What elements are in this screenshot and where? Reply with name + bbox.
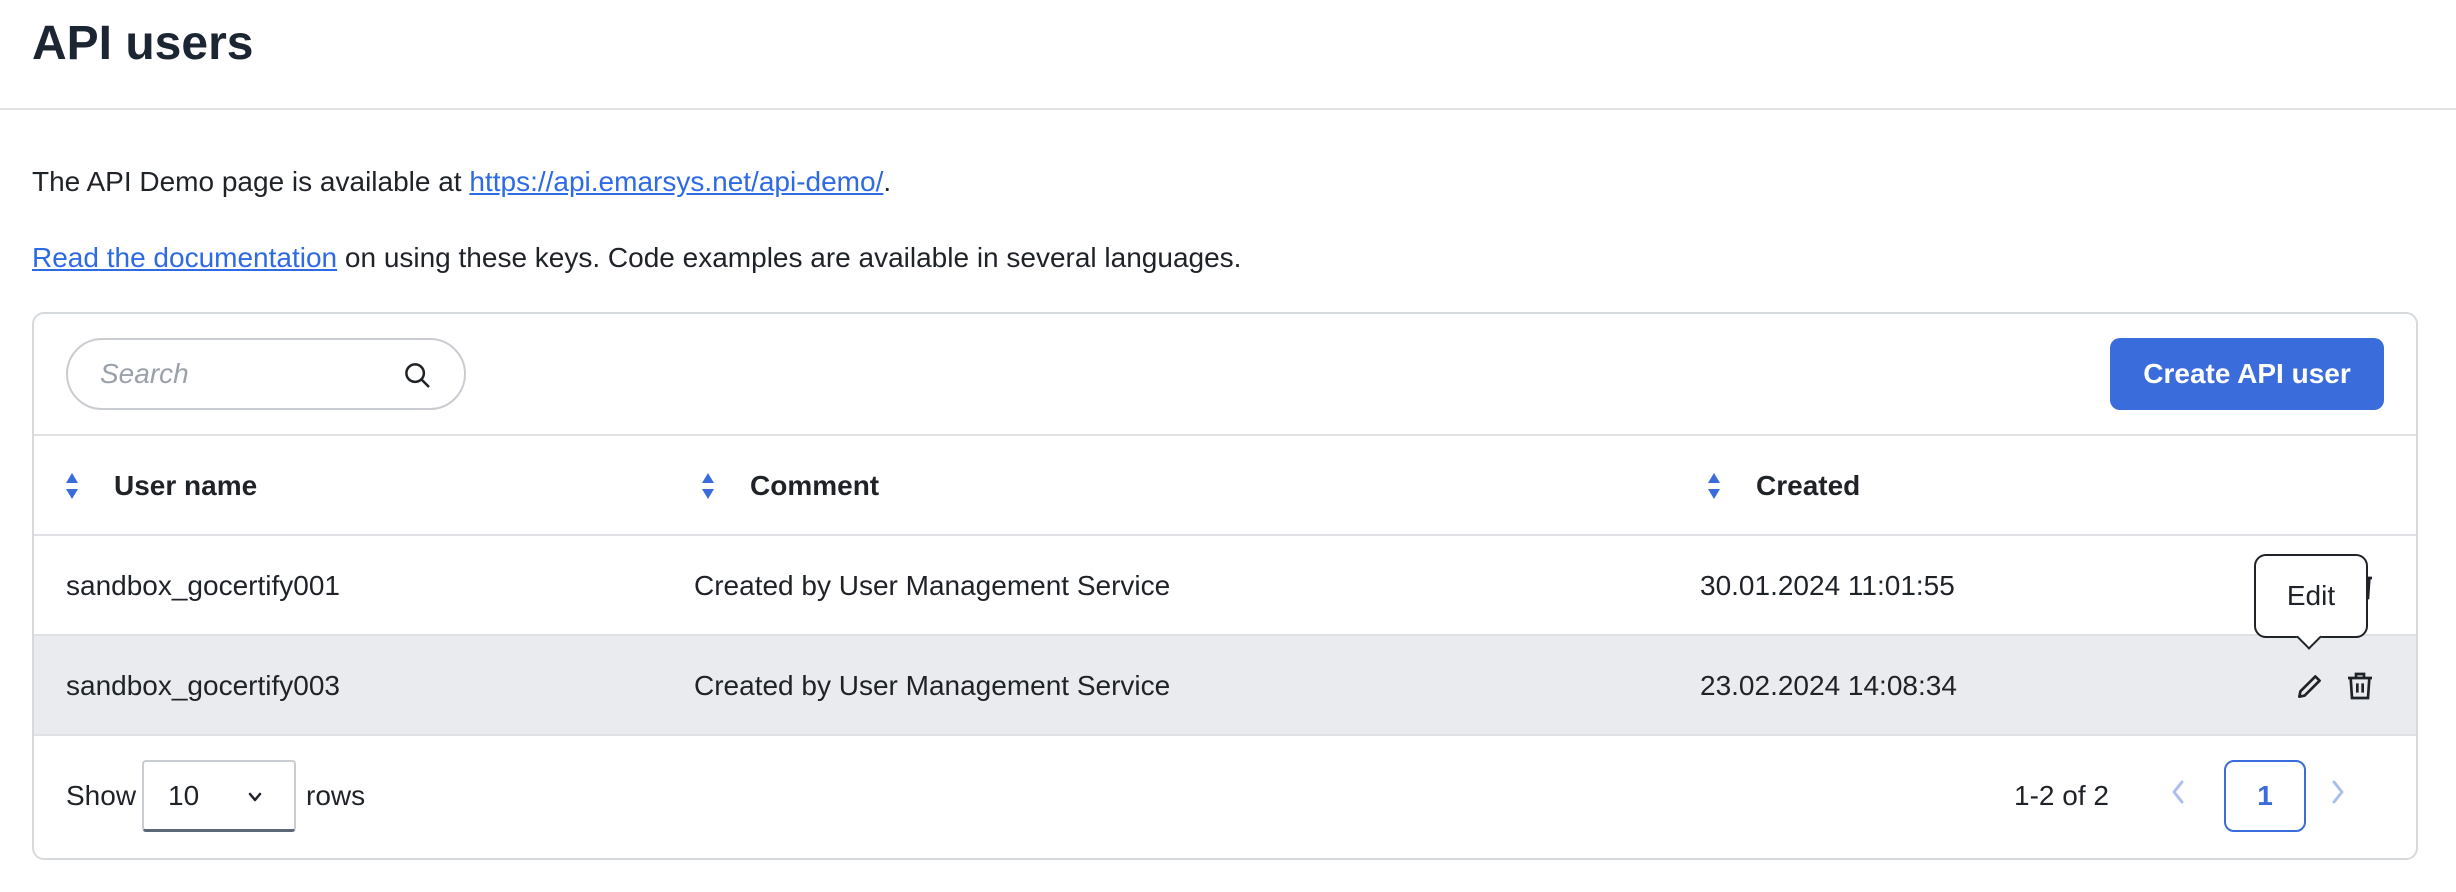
pagination-range: 1-2 of 2 <box>2014 780 2109 811</box>
search-icon[interactable] <box>402 360 432 390</box>
create-api-user-button[interactable]: Create API user <box>2110 338 2384 410</box>
api-users-table-card: Create API user User name Comment Create… <box>32 312 2418 860</box>
sort-icon[interactable] <box>1706 471 1722 501</box>
rows-label: rows <box>306 780 366 811</box>
trash-icon[interactable] <box>2344 670 2376 702</box>
page-title: API users <box>32 16 254 70</box>
documentation-link[interactable]: Read the documentation <box>32 242 337 273</box>
page-header: API users <box>0 0 2456 110</box>
column-header-created[interactable]: Created <box>1706 436 1860 536</box>
column-header-comment[interactable]: Comment <box>700 436 879 536</box>
api-demo-text: The API Demo page is available at <box>32 166 470 197</box>
show-label: Show <box>66 780 137 811</box>
user-name-cell: sandbox_gocertify001 <box>66 570 340 601</box>
column-label: User name <box>114 470 258 501</box>
api-demo-link[interactable]: https://api.emarsys.net/api-demo/ <box>469 166 883 197</box>
column-header-user-name[interactable]: User name <box>64 436 257 536</box>
edit-icon[interactable] <box>2294 670 2326 702</box>
documentation-info: Read the documentation on using these ke… <box>32 242 1241 274</box>
comment-cell: Created by User Management Service <box>694 670 1171 701</box>
chevron-down-icon <box>248 792 262 802</box>
table-toolbar: Create API user <box>34 314 2416 436</box>
rows-per-page-value: 10 <box>168 779 200 811</box>
row-actions <box>2294 670 2376 702</box>
table-footer: Show 10 rows 1-2 of 2 1 <box>34 736 2416 858</box>
created-cell: 30.01.2024 11:01:55 <box>1700 570 1955 601</box>
column-label: Comment <box>750 470 880 501</box>
rows-per-page-select[interactable]: 10 <box>142 760 296 832</box>
column-label: Created <box>1756 470 1861 501</box>
table-row[interactable]: sandbox_gocertify003 Created by User Man… <box>34 636 2416 736</box>
sort-icon[interactable] <box>64 471 80 501</box>
table-header: User name Comment Created <box>34 436 2416 536</box>
user-name-cell: sandbox_gocertify003 <box>66 670 340 701</box>
sort-icon[interactable] <box>700 471 716 501</box>
api-demo-suffix: . <box>883 166 892 197</box>
chevron-left-icon[interactable] <box>2164 772 2192 812</box>
documentation-text: on using these keys. Code examples are a… <box>337 242 1242 273</box>
api-demo-info: The API Demo page is available at https:… <box>32 166 891 198</box>
chevron-right-icon[interactable] <box>2324 772 2352 812</box>
created-cell: 23.02.2024 14:08:34 <box>1700 670 1957 701</box>
page-button-current[interactable]: 1 <box>2224 760 2306 832</box>
search-input[interactable] <box>100 358 380 390</box>
comment-cell: Created by User Management Service <box>694 570 1171 601</box>
table-row[interactable]: sandbox_gocertify001 Created by User Man… <box>34 536 2416 636</box>
search-box[interactable] <box>66 338 466 410</box>
